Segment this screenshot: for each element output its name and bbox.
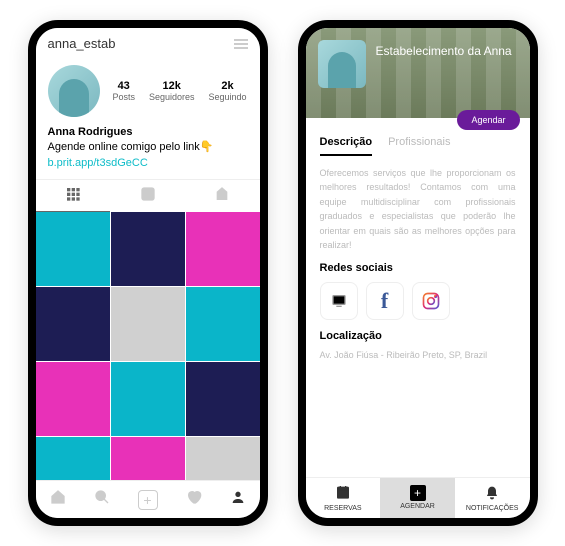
grid-cell[interactable] <box>111 287 185 361</box>
phone-instagram: anna_estab 43 Posts 12k Seguidores 2k Se… <box>28 20 268 526</box>
grid-cell[interactable] <box>186 212 260 286</box>
grid-cell[interactable] <box>36 362 110 436</box>
nav-agendar[interactable]: + AGENDAR <box>380 478 455 518</box>
phone-establishment: Estabelecimento da Anna Agendar Descriçã… <box>298 20 538 526</box>
establishment-title: Estabelecimento da Anna <box>376 44 512 58</box>
bio-text: Agende online comigo pelo link👇 <box>48 140 248 155</box>
website-icon[interactable] <box>320 282 358 320</box>
nav-label: NOTIFICAÇÕES <box>466 505 519 512</box>
bio-link[interactable]: b.prit.app/t3sdGeCC <box>48 156 248 171</box>
grid-cell[interactable] <box>186 287 260 361</box>
social-buttons: f <box>320 282 516 320</box>
stat-posts[interactable]: 43 Posts <box>112 80 135 102</box>
stats: 43 Posts 12k Seguidores 2k Seguindo <box>112 80 248 102</box>
stat-label: Seguidores <box>149 92 195 102</box>
avatar[interactable] <box>318 40 366 88</box>
profile-icon[interactable] <box>230 489 246 510</box>
plus-icon: + <box>380 484 455 501</box>
nav-label: AGENDAR <box>400 503 435 510</box>
stat-label: Seguindo <box>209 92 247 102</box>
location-title: Localização <box>320 330 516 342</box>
social-title: Redes sociais <box>320 262 516 274</box>
bio: Anna Rodrigues Agende online comigo pelo… <box>36 123 260 179</box>
search-icon[interactable] <box>94 489 110 510</box>
grid-cell[interactable] <box>36 212 110 286</box>
stat-num: 43 <box>112 80 135 92</box>
grid-cell[interactable] <box>36 287 110 361</box>
phone-screen: anna_estab 43 Posts 12k Seguidores 2k Se… <box>36 28 260 518</box>
add-post-icon[interactable]: + <box>138 490 158 510</box>
stat-num: 2k <box>209 80 247 92</box>
nav-notificacoes[interactable]: NOTIFICAÇÕES <box>455 478 530 518</box>
profile-row: 43 Posts 12k Seguidores 2k Seguindo <box>36 59 260 123</box>
bell-icon <box>455 484 530 503</box>
ig-header: anna_estab <box>36 28 260 59</box>
photo-grid <box>36 212 260 480</box>
stat-label: Posts <box>112 92 135 102</box>
menu-icon[interactable] <box>234 39 248 49</box>
avatar[interactable] <box>48 65 100 117</box>
nav-label: RESERVAS <box>324 505 361 512</box>
grid-cell[interactable] <box>111 437 185 480</box>
stat-following[interactable]: 2k Seguindo <box>209 80 247 102</box>
facebook-icon[interactable]: f <box>366 282 404 320</box>
grid-cell[interactable] <box>111 362 185 436</box>
home-icon[interactable] <box>50 489 66 510</box>
grid-cell[interactable] <box>186 437 260 480</box>
ig-username[interactable]: anna_estab <box>48 36 116 51</box>
agendar-button[interactable]: Agendar <box>457 110 519 130</box>
stat-followers[interactable]: 12k Seguidores <box>149 80 195 102</box>
establishment-header: Estabelecimento da Anna Agendar <box>306 28 530 118</box>
bottom-nav: + <box>36 480 260 518</box>
tab-reels-icon[interactable] <box>110 180 185 212</box>
address-text: Av. João Fiúsa - Ribeirão Preto, SP, Bra… <box>320 350 516 360</box>
grid-cell[interactable] <box>186 362 260 436</box>
calendar-icon <box>306 484 381 503</box>
tab-profissionais[interactable]: Profissionais <box>388 136 450 156</box>
tab-grid-icon[interactable] <box>36 180 111 212</box>
ig-tabs <box>36 179 260 212</box>
heart-icon[interactable] <box>186 489 202 510</box>
instagram-icon[interactable] <box>412 282 450 320</box>
nav-reservas[interactable]: RESERVAS <box>306 478 381 518</box>
bottom-nav: RESERVAS + AGENDAR NOTIFICAÇÕES <box>306 477 530 518</box>
bio-name: Anna Rodrigues <box>48 125 248 140</box>
description-text: Oferecemos serviços que lhe proporcionam… <box>320 166 516 252</box>
grid-cell[interactable] <box>111 212 185 286</box>
tab-descricao[interactable]: Descrição <box>320 136 373 156</box>
grid-cell[interactable] <box>36 437 110 480</box>
est-body: Oferecemos serviços que lhe proporcionam… <box>306 156 530 477</box>
tab-tagged-icon[interactable] <box>185 180 260 212</box>
stat-num: 12k <box>149 80 195 92</box>
phone-screen: Estabelecimento da Anna Agendar Descriçã… <box>306 28 530 518</box>
